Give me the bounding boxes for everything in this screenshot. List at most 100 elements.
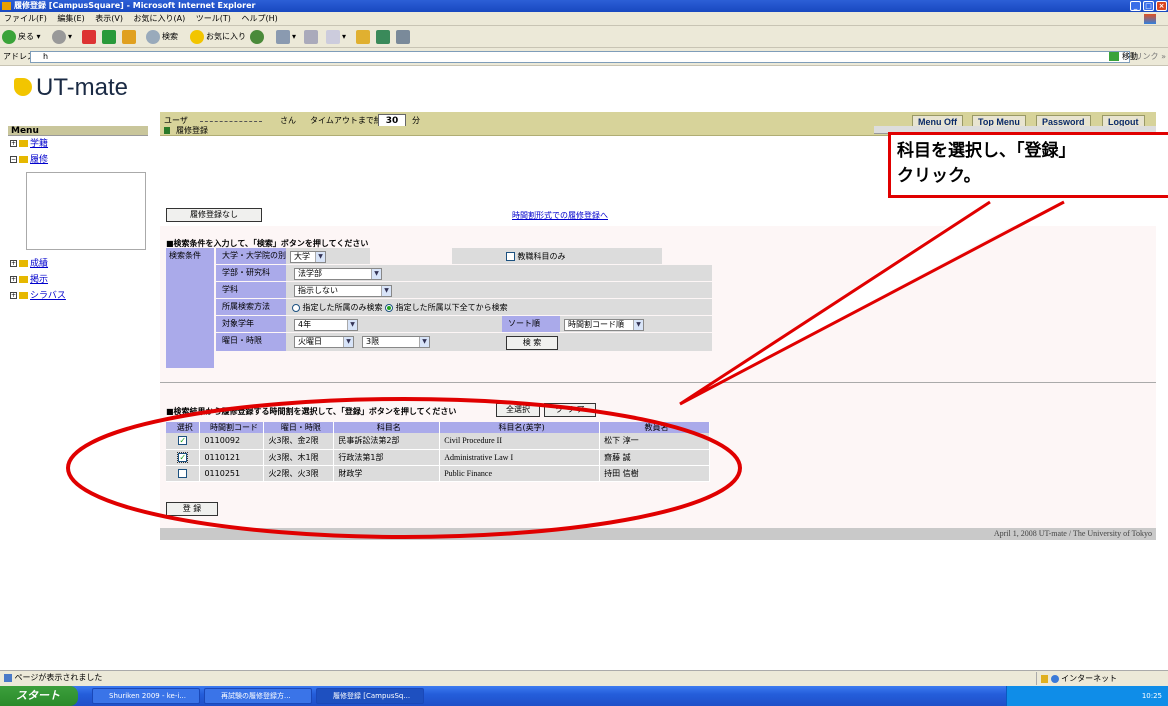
register-button[interactable]: 登 録 <box>166 502 218 516</box>
teaching-only-checkbox[interactable] <box>506 252 515 261</box>
menu-item-gakuseki[interactable]: + 学籍 <box>8 136 148 152</box>
menu-favorites[interactable]: お気に入り(A) <box>134 14 186 23</box>
menu-tools[interactable]: ツール(T) <box>196 14 231 23</box>
faculty-label: 学部・研究科 <box>216 265 286 281</box>
row-checkbox[interactable]: ✓ <box>178 436 188 446</box>
history-icon <box>250 29 264 44</box>
menu-bar: ファイル(F) 編集(E) 表示(V) お気に入り(A) ツール(T) ヘルプ(… <box>0 12 1168 26</box>
messenger-button[interactable] <box>376 29 392 45</box>
refresh-button[interactable] <box>102 29 118 45</box>
edit-button[interactable]: ▾ <box>326 29 346 45</box>
close-button[interactable]: × <box>1156 1 1167 11</box>
edit-icon <box>326 29 340 44</box>
col-name: 科目名 <box>333 422 441 433</box>
course-name: 行政法第1部 <box>333 449 441 466</box>
menu-edit[interactable]: 編集(E) <box>57 14 84 23</box>
menu-item-rishu[interactable]: − 履修 <box>8 152 148 168</box>
folder-icon <box>19 140 28 147</box>
task-exam-registration[interactable]: 再試験の履修登録方... <box>204 688 312 704</box>
menu-item-syllabus[interactable]: + シラバス <box>8 288 148 304</box>
row-day-period: 曜日・時限 火曜日 ▼ 3限 ▼ <box>216 333 712 351</box>
dropdown-arrow-icon: ▼ <box>633 320 643 330</box>
course-name: 民事訴訟法第2部 <box>333 433 441 450</box>
clear-button[interactable]: ク リ ア <box>544 403 596 417</box>
address-bar: アドレス(D) h 移動 リンク » <box>0 48 1168 66</box>
menu-file[interactable]: ファイル(F) <box>4 14 47 23</box>
expand-icon[interactable]: + <box>10 260 17 267</box>
faculty-select[interactable]: 法学部 ▼ <box>294 268 382 280</box>
collapse-icon[interactable]: − <box>10 156 17 163</box>
mail-icon <box>276 29 290 44</box>
course-code: 0110092 <box>199 433 265 450</box>
folder-icon <box>19 276 28 283</box>
day-select[interactable]: 火曜日 ▼ <box>294 336 354 348</box>
favorites-button[interactable]: お気に入り <box>190 29 246 45</box>
history-button[interactable] <box>250 29 266 45</box>
table-row: ✓ 0110121 火3限、木1限 行政法第1部 Administrative … <box>166 449 710 466</box>
col-select: 選択 <box>166 422 201 433</box>
side-menu: Menu + 学籍 − 履修 + 成績 + 掲示 + シラバス <box>8 126 148 304</box>
menu-item-keiji[interactable]: + 掲示 <box>8 272 148 288</box>
leaf-icon <box>164 127 170 134</box>
row-checkbox[interactable]: ✓ <box>177 451 189 463</box>
mail-button[interactable]: ▾ <box>276 29 296 45</box>
sort-label: ソート順 <box>502 316 560 332</box>
department-select[interactable]: 指示しない ▼ <box>294 285 392 297</box>
title-bar: 履修登録 [CampusSquare] - Microsoft Internet… <box>0 0 1168 12</box>
menu-view[interactable]: 表示(V) <box>95 14 123 23</box>
col-teacher: 教員名 <box>599 422 710 433</box>
select-all-button[interactable]: 全選択 <box>496 403 540 417</box>
teaching-only-row: 教職科目のみ <box>452 248 662 264</box>
search-submit-button[interactable]: 検 索 <box>506 336 558 350</box>
col-code: 時間割コード <box>199 422 265 433</box>
expand-icon[interactable]: + <box>10 292 17 299</box>
forward-arrow-icon <box>52 29 66 44</box>
research-button[interactable] <box>396 29 412 45</box>
print-icon <box>304 29 318 44</box>
stop-button[interactable] <box>82 29 98 45</box>
row-checkbox[interactable] <box>178 468 188 478</box>
system-tray: 10:25 <box>1006 686 1168 706</box>
grade-select[interactable]: 4年 ▼ <box>294 319 358 331</box>
research-icon <box>396 29 410 44</box>
address-input[interactable]: h <box>30 51 1130 63</box>
univ-select[interactable]: 大学 ▼ <box>290 251 326 263</box>
no-registration-button[interactable]: 履修登録なし <box>166 208 262 222</box>
task-ie-active[interactable]: 履修登録 [CampusSq... <box>316 688 424 704</box>
maximize-button[interactable]: □ <box>1143 1 1154 11</box>
radio-only-selected[interactable] <box>292 303 300 312</box>
back-button[interactable]: 戻る ▾ <box>2 29 41 45</box>
window-title: 履修登録 [CampusSquare] - Microsoft Internet… <box>14 1 256 10</box>
sort-select[interactable]: 時間割コード順 ▼ <box>564 319 644 331</box>
search-button[interactable]: 検索 <box>146 29 178 45</box>
expand-icon[interactable]: + <box>10 140 17 147</box>
minimize-button[interactable]: _ <box>1130 1 1141 11</box>
course-name-en: Civil Procedure II <box>439 433 601 450</box>
row-univ: 大学・大学院の別 大学 ▼ <box>216 248 370 264</box>
grade-label: 対象学年 <box>216 316 286 332</box>
radio-include-children[interactable] <box>385 303 394 312</box>
teaching-only-label: 教職科目のみ <box>517 252 566 261</box>
start-button[interactable]: スタート <box>0 686 78 706</box>
col-time: 曜日・時限 <box>263 422 335 433</box>
expand-icon[interactable]: + <box>10 276 17 283</box>
timetable-registration-link[interactable]: 時間割形式での履修登録へ <box>512 210 608 221</box>
lock-icon <box>1041 674 1048 683</box>
menu-item-seiseki[interactable]: + 成績 <box>8 256 148 272</box>
links-label[interactable]: リンク » <box>1135 48 1166 66</box>
masked-username <box>200 118 262 122</box>
period-select[interactable]: 3限 ▼ <box>362 336 430 348</box>
home-button[interactable] <box>122 29 138 45</box>
radio-only-label: 指定した所属のみ検索 <box>302 303 383 312</box>
forward-button[interactable]: ▾ <box>52 29 72 45</box>
row-search-method: 所属検索方法 指定した所属のみ検索 指定した所属以下全てから検索 <box>216 299 712 315</box>
task-shuriken[interactable]: Shuriken 2009 - ke-i... <box>92 688 200 704</box>
discuss-button[interactable] <box>356 29 372 45</box>
menu-help[interactable]: ヘルプ(H) <box>241 14 277 23</box>
page-icon <box>4 673 12 682</box>
callout-line-1: 科目を選択し、「登録」 <box>897 141 1076 161</box>
print-button[interactable] <box>304 29 320 45</box>
toolbar: 戻る ▾ ▾ 検索 お気に入り ▾ ▾ <box>0 26 1168 48</box>
instruction-callout: 科目を選択し、「登録」 クリック。 <box>888 132 1168 198</box>
submenu-panel <box>26 172 146 250</box>
